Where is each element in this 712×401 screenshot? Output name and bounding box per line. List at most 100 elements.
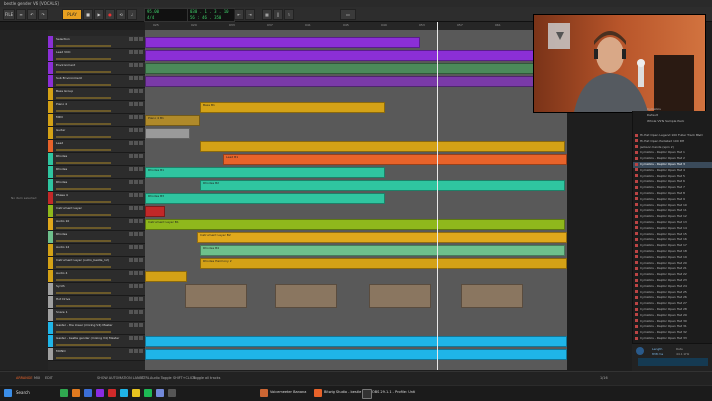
mute-button[interactable] <box>129 128 133 132</box>
solo-button[interactable] <box>134 141 138 145</box>
track-header[interactable]: Audio 10 <box>48 218 145 231</box>
solo-button[interactable] <box>134 128 138 132</box>
solo-button[interactable] <box>134 206 138 210</box>
bitwig-icon[interactable] <box>314 389 322 397</box>
mute-button[interactable] <box>129 180 133 184</box>
track-header[interactable]: Phase 4 <box>48 192 145 205</box>
mute-button[interactable] <box>129 232 133 236</box>
mute-button[interactable] <box>129 76 133 80</box>
clip[interactable] <box>369 284 431 308</box>
mute-button[interactable] <box>129 193 133 197</box>
clip[interactable]: Piano 4 B1 <box>145 115 200 126</box>
app-icon-2[interactable] <box>72 389 80 397</box>
solo-button[interactable] <box>134 167 138 171</box>
clip[interactable]: Rhodes B4 <box>200 245 565 256</box>
arm-button[interactable] <box>139 310 143 314</box>
track-header[interactable]: Synth <box>48 283 145 296</box>
track-header[interactable]: Gaster - bestle gender (mixing V4) Maste… <box>48 335 145 348</box>
solo-button[interactable] <box>134 232 138 236</box>
loop-icon[interactable]: ⟲ <box>116 9 126 20</box>
arm-button[interactable] <box>139 232 143 236</box>
mute-button[interactable] <box>129 154 133 158</box>
solo-button[interactable] <box>134 245 138 249</box>
volume-fader[interactable] <box>56 357 111 359</box>
volume-fader[interactable] <box>56 136 111 138</box>
mute-button[interactable] <box>129 336 133 340</box>
record-icon[interactable]: ● <box>105 9 115 20</box>
taskbar-app-bitwig[interactable]: Bitwig Studio - bestle g <box>324 390 365 394</box>
clip[interactable] <box>185 284 247 308</box>
file-button[interactable]: FILE <box>3 9 15 20</box>
taskbar-app-voicemeeter[interactable]: Voicemeeter Banana <box>270 390 306 394</box>
track-header[interactable]: Rhodes <box>48 179 145 192</box>
solo-button[interactable] <box>134 180 138 184</box>
track-header[interactable]: Piano 4 <box>48 101 145 114</box>
solo-button[interactable] <box>134 50 138 54</box>
volume-fader[interactable] <box>56 175 111 177</box>
menu-icon[interactable]: ≡ <box>16 9 26 20</box>
punch-out-icon[interactable]: ⇥ <box>245 9 255 20</box>
browser-folder[interactable]: Whole VSTs Sample Pack <box>647 119 712 125</box>
arm-button[interactable] <box>139 323 143 327</box>
solo-button[interactable] <box>134 323 138 327</box>
arm-button[interactable] <box>139 258 143 262</box>
taskbar-app-obs[interactable]: OBS 29.1.1 - Profile: Unti <box>372 390 415 394</box>
track-header[interactable]: Instrument Layer <box>48 205 145 218</box>
arm-button[interactable] <box>139 180 143 184</box>
solo-button[interactable] <box>134 193 138 197</box>
punch-in-icon[interactable]: ⇤ <box>234 9 244 20</box>
clip[interactable]: Bass B1 <box>200 102 385 113</box>
solo-button[interactable] <box>134 154 138 158</box>
volume-fader[interactable] <box>56 227 111 229</box>
arm-button[interactable] <box>139 219 143 223</box>
mute-button[interactable] <box>129 284 133 288</box>
start-icon[interactable] <box>4 389 12 397</box>
play-mode-button[interactable]: PLAY <box>62 9 82 20</box>
clip[interactable] <box>145 349 567 360</box>
zoom-level[interactable]: 1/16 <box>600 376 608 380</box>
solo-button[interactable] <box>134 284 138 288</box>
track-header[interactable]: Gaster - the lower (mixing V4) Master <box>48 322 145 335</box>
volume-fader[interactable] <box>56 253 111 255</box>
tempo-display[interactable]: 95.00 4/4 <box>144 8 190 22</box>
solo-button[interactable] <box>134 89 138 93</box>
arranger-view[interactable]: Bass B1 Piano 4 B1 Lead B1 Rhodes B1 Rhodes … <box>145 30 567 370</box>
grid-icon[interactable]: ▦ <box>262 9 272 20</box>
volume-fader[interactable] <box>56 266 111 268</box>
clip[interactable]: Rhodes B2 <box>200 180 565 191</box>
app-icon-6[interactable] <box>120 389 128 397</box>
mute-button[interactable] <box>129 141 133 145</box>
arm-button[interactable] <box>139 50 143 54</box>
mute-button[interactable] <box>129 206 133 210</box>
arm-button[interactable] <box>139 245 143 249</box>
arm-button[interactable] <box>139 76 143 80</box>
arm-button[interactable] <box>139 167 143 171</box>
volume-fader[interactable] <box>56 214 111 216</box>
clip[interactable] <box>461 284 523 308</box>
arrange-tab[interactable]: ARRANGE <box>16 376 33 380</box>
volume-fader[interactable] <box>56 110 111 112</box>
mute-button[interactable] <box>129 310 133 314</box>
volume-fader[interactable] <box>56 149 111 151</box>
track-header[interactable]: Environment <box>48 62 145 75</box>
track-header[interactable]: Sub Environment <box>48 75 145 88</box>
arm-button[interactable] <box>139 102 143 106</box>
undo-icon[interactable]: ↶ <box>27 9 37 20</box>
track-header[interactable]: MONO <box>48 348 145 361</box>
clip[interactable]: Instrument Layer B1 <box>145 219 565 230</box>
arm-button[interactable] <box>139 297 143 301</box>
volume-fader[interactable] <box>56 240 111 242</box>
solo-button[interactable] <box>134 37 138 41</box>
track-header[interactable]: Hot Drive <box>48 296 145 309</box>
app-icon-5[interactable] <box>108 389 116 397</box>
clip[interactable] <box>145 50 565 61</box>
app-icon-7[interactable] <box>132 389 140 397</box>
solo-button[interactable] <box>134 76 138 80</box>
track-header[interactable]: Rhodes <box>48 231 145 244</box>
position-display[interactable]: 030 . 1 . 3 . 10 56 : 46 . 350 <box>187 8 235 22</box>
arm-button[interactable] <box>139 193 143 197</box>
clip[interactable]: Rhodes B3 <box>145 193 385 204</box>
arm-button[interactable] <box>139 141 143 145</box>
mute-button[interactable] <box>129 102 133 106</box>
solo-button[interactable] <box>134 63 138 67</box>
